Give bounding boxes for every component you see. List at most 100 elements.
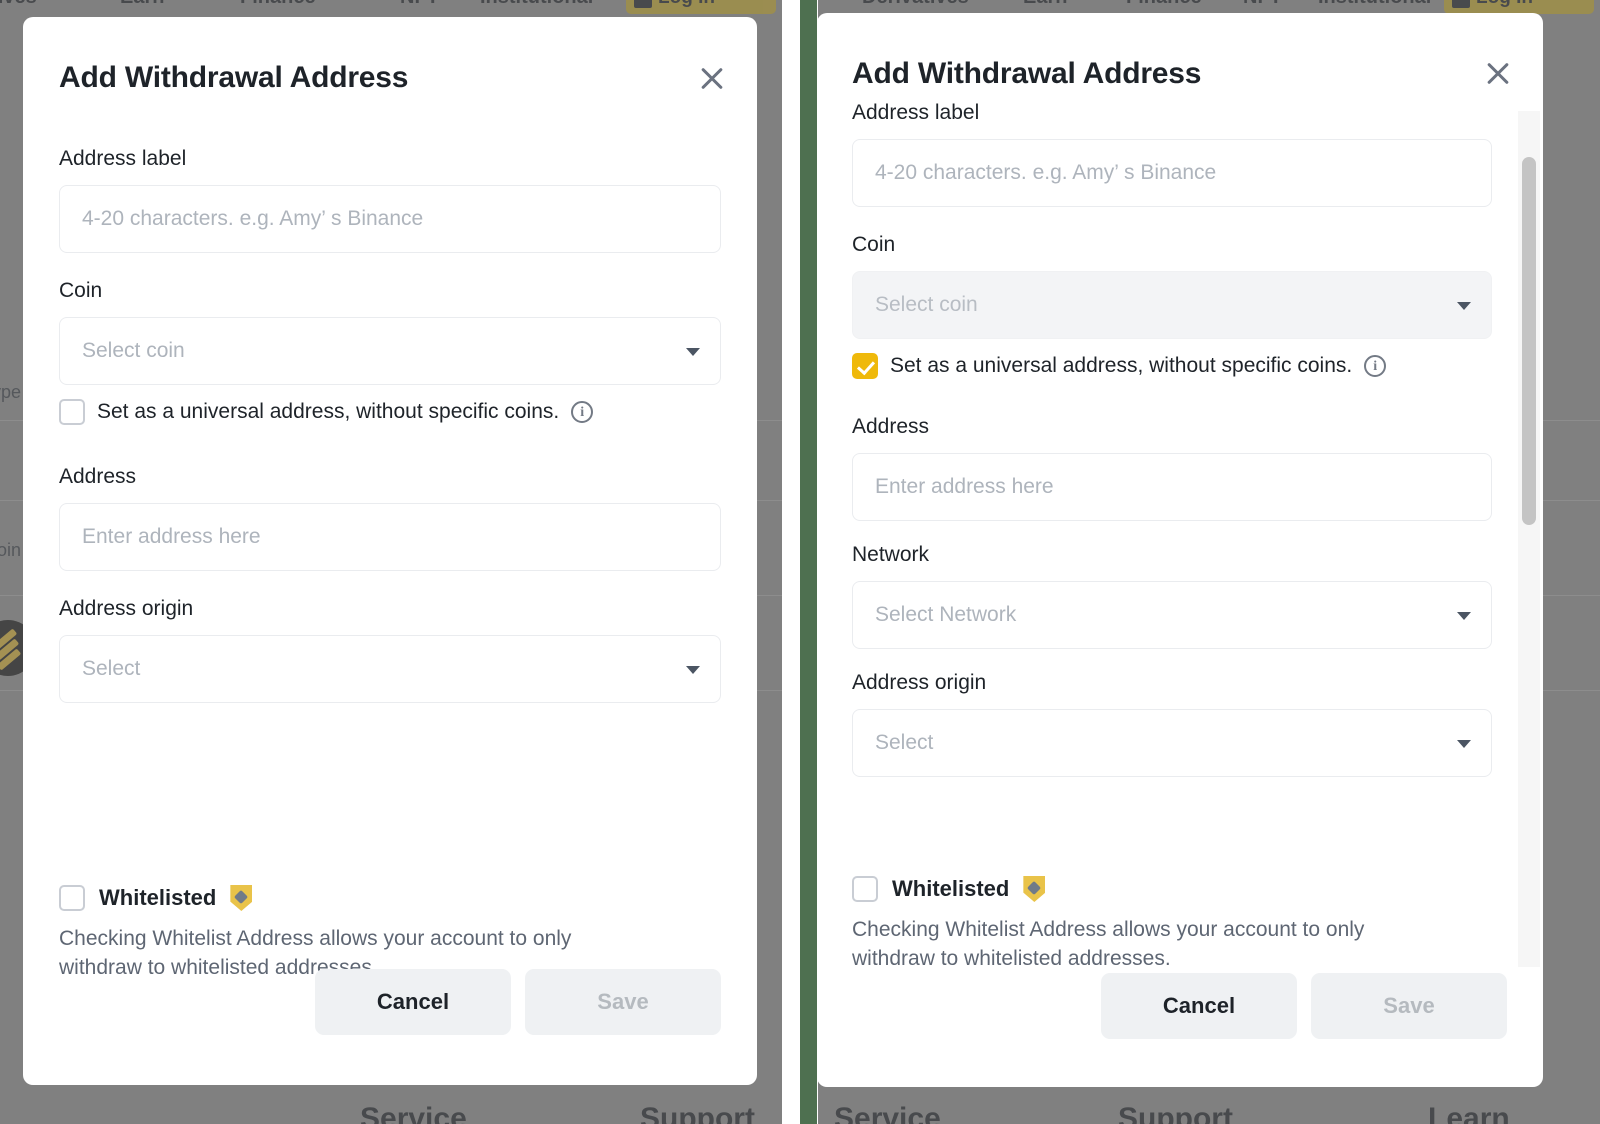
bg-footer-item-0: Service — [834, 1102, 941, 1124]
whitelisted-label: Whitelisted — [892, 876, 1010, 901]
add-withdrawal-address-dialog: Add Withdrawal Address Address label 4-2… — [818, 13, 1543, 1087]
info-icon[interactable]: i — [571, 401, 594, 423]
bg-footer-item-2: Learn — [1428, 1102, 1510, 1124]
label-address-label: Address label — [852, 101, 980, 124]
address-label-input[interactable]: 4-20 characters. e.g. Amy’ s Binance — [852, 139, 1492, 207]
address-origin-value: Select — [82, 657, 141, 680]
pane-right-variant: Derivatives Earn Finance NFT Institution… — [818, 0, 1600, 1124]
universal-address-label: Set as a universal address, without spec… — [890, 354, 1353, 377]
field-network: Network Select Network — [852, 543, 1492, 649]
pane-left-variant: Derivatives Earn Finance NFT Institution… — [0, 0, 782, 1124]
address-input[interactable]: Enter address here — [59, 503, 721, 571]
label-coin: Coin — [852, 233, 896, 256]
bg-footer-item-0: Service — [360, 1102, 467, 1124]
dialog-actions: Cancel Save — [315, 969, 721, 1035]
scrollbar-thumb[interactable] — [1522, 157, 1536, 525]
screenshot-root: Derivatives Earn Finance NFT Institution… — [0, 0, 1600, 1124]
pane-divider-strip — [800, 0, 817, 1124]
label-address-origin: Address origin — [59, 597, 194, 620]
info-icon[interactable]: i — [1364, 355, 1387, 377]
address-label-input[interactable]: 4-20 characters. e.g. Amy’ s Binance — [59, 185, 721, 253]
network-select-value: Select Network — [875, 603, 1017, 626]
pane-gap — [782, 0, 800, 1124]
field-address-label: Address label 4-20 characters. e.g. Amy’… — [59, 147, 721, 253]
universal-address-label: Set as a universal address, without spec… — [97, 400, 560, 423]
label-address: Address — [59, 465, 137, 488]
whitelist-block: Whitelisted Checking Whitelist Address a… — [852, 876, 1512, 974]
close-icon[interactable] — [695, 61, 729, 95]
bg-nav-item-4: Institutional — [480, 0, 593, 9]
background-footer: Service Support Learn — [818, 1102, 1600, 1124]
bg-nav-item-0: Derivatives — [862, 0, 969, 9]
user-icon — [1452, 0, 1470, 8]
whitelist-row: Whitelisted — [59, 885, 721, 911]
label-coin: Coin — [59, 279, 103, 302]
dialog-scrollbar[interactable] — [1518, 111, 1540, 967]
universal-address-checkbox[interactable] — [59, 399, 85, 425]
chevron-down-icon — [1457, 740, 1471, 748]
bg-column-header-type: Type — [0, 382, 22, 402]
label-address: Address — [852, 415, 930, 438]
coin-select[interactable]: Select coin — [852, 271, 1492, 339]
field-address: Address Enter address here — [59, 465, 721, 571]
shield-badge-icon — [230, 885, 253, 911]
dialog-form: Address label 4-20 characters. e.g. Amy’… — [59, 147, 721, 729]
label-network: Network — [852, 543, 930, 566]
bg-nav-item-1: Earn — [1023, 0, 1067, 9]
save-button[interactable]: Save — [1311, 973, 1507, 1039]
chevron-down-icon — [686, 666, 700, 674]
field-coin: Coin Select coin — [852, 233, 1492, 339]
background-login-button: Log In — [1444, 0, 1594, 14]
universal-address-row: Set as a universal address, without spec… — [852, 353, 1492, 379]
chevron-down-icon — [1457, 302, 1471, 310]
bg-nav-item-4: Institutional — [1318, 0, 1431, 9]
user-icon — [634, 0, 652, 8]
field-coin: Coin Select coin — [59, 279, 721, 385]
address-origin-value: Select — [875, 731, 934, 754]
bg-login-label: Log In — [658, 0, 715, 8]
coin-select[interactable]: Select coin — [59, 317, 721, 385]
field-address-origin: Address origin Select — [59, 597, 721, 703]
field-address: Address Enter address here — [852, 415, 1492, 521]
address-origin-select[interactable]: Select — [59, 635, 721, 703]
bg-nav-item-0: Derivatives — [0, 0, 37, 9]
dialog-actions: Cancel Save — [1101, 973, 1507, 1039]
label-address-label: Address label — [59, 147, 187, 170]
add-withdrawal-address-dialog: Add Withdrawal Address Address label 4-2… — [23, 17, 757, 1085]
dialog-form: Address label 4-20 characters. e.g. Amy’… — [852, 101, 1492, 803]
dialog-title: Add Withdrawal Address — [59, 61, 409, 94]
cancel-button[interactable]: Cancel — [1101, 973, 1297, 1039]
dialog-title: Add Withdrawal Address — [852, 57, 1202, 90]
coin-select-value: Select coin — [82, 339, 185, 362]
bg-nav-item-2: Finance — [240, 0, 316, 9]
universal-address-row: Set as a universal address, without spec… — [59, 399, 721, 425]
address-input[interactable]: Enter address here — [852, 453, 1492, 521]
bg-nav-item-1: Earn — [120, 0, 164, 9]
field-address-label: Address label 4-20 characters. e.g. Amy’… — [852, 101, 1492, 207]
bg-nav-item-3: NFT — [400, 0, 439, 9]
bg-nav-item-2: Finance — [1126, 0, 1202, 9]
chevron-down-icon — [686, 348, 700, 356]
whitelist-description: Checking Whitelist Address allows your a… — [852, 918, 1365, 970]
bg-footer-item-1: Support — [640, 1102, 755, 1124]
chevron-down-icon — [1457, 612, 1471, 620]
bg-login-label: Log In — [1476, 0, 1533, 8]
field-address-origin: Address origin Select — [852, 671, 1492, 777]
background-footer: Service Support Learn — [0, 1102, 782, 1124]
bg-nav-item-3: NFT — [1243, 0, 1282, 9]
network-select[interactable]: Select Network — [852, 581, 1492, 649]
cancel-button[interactable]: Cancel — [315, 969, 511, 1035]
close-icon[interactable] — [1481, 56, 1515, 90]
address-origin-select[interactable]: Select — [852, 709, 1492, 777]
label-address-origin: Address origin — [852, 671, 987, 694]
background-login-button: Log In — [626, 0, 776, 14]
shield-badge-icon — [1023, 876, 1046, 902]
whitelist-row: Whitelisted — [852, 876, 1512, 902]
bg-column-header-coin: Coin — [0, 540, 22, 560]
whitelisted-checkbox[interactable] — [59, 885, 85, 911]
bg-footer-item-1: Support — [1118, 1102, 1233, 1124]
save-button[interactable]: Save — [525, 969, 721, 1035]
whitelisted-checkbox[interactable] — [852, 876, 878, 902]
coin-select-value: Select coin — [875, 293, 978, 316]
universal-address-checkbox[interactable] — [852, 353, 878, 379]
